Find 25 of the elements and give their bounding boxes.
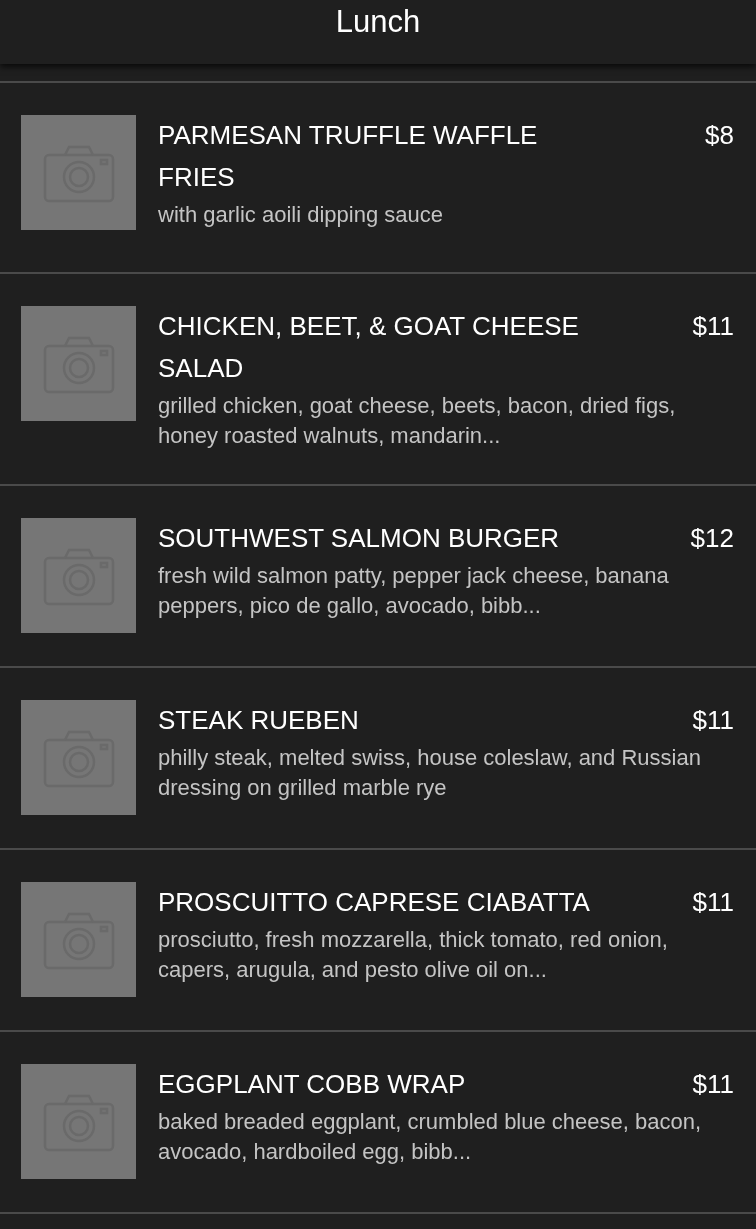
item-description: fresh wild salmon patty, pepper jack cheese, banana peppers, pico de gallo, avocado, bibb... <box>158 562 670 620</box>
menu-item[interactable]: PARMESAN TRUFFLE WAFFLE FRIES $8 with garlic aoili dipping sauce <box>0 83 756 274</box>
item-price: $11 <box>692 886 734 919</box>
item-description: philly steak, melted swiss, house coleslaw, and Russian dressing on grilled marble rye <box>158 744 702 802</box>
item-price: $11 <box>692 1068 734 1101</box>
menu-item[interactable]: STEAK RUEBEN $11 philly steak, melted swiss, house coleslaw, and Russian dressing on grilled marble rye <box>0 668 756 850</box>
menu-item[interactable]: EGGPLANT COBB WRAP $11 baked breaded eggplant, crumbled blue cheese, bacon, avocado, hardboiled egg, bibb... <box>0 1032 756 1214</box>
item-name: STEAK RUEBEN <box>158 704 359 737</box>
item-price: $11 <box>692 704 734 737</box>
item-price: $8 <box>705 119 734 152</box>
item-name: PROSCUITTO CAPRESE CIABATTA <box>158 886 590 919</box>
item-price: $11 <box>692 310 734 343</box>
item-name: PARMESAN TRUFFLE WAFFLE FRIES <box>158 119 539 194</box>
item-description: with garlic aoili dipping sauce <box>158 201 444 229</box>
page-title: Lunch <box>335 4 421 40</box>
menu-item[interactable]: CHICKEN, BEET, & GOAT CHEESE SALAD $11 grilled chicken, goat cheese, beets, bacon, dried figs, honey roasted walnuts, mandarin... <box>0 274 756 486</box>
item-name: SOUTHWEST SALMON BURGER <box>158 522 560 555</box>
item-price: $12 <box>690 522 734 555</box>
menu-item[interactable]: PROSCUITTO CAPRESE CIABATTA $11 prosciutto, fresh mozzarella, thick tomato, red onion, capers, arugula, and pesto olive oil on... <box>0 850 756 1032</box>
item-name: CHICKEN, BEET, & GOAT CHEESE SALAD <box>158 310 580 385</box>
item-description: baked breaded eggplant, crumbled blue cheese, bacon, avocado, hardboiled egg, bibb... <box>158 1108 703 1166</box>
item-name: EGGPLANT COBB WRAP <box>158 1068 466 1101</box>
menu-item[interactable]: SOUTHWEST SALMON BURGER $12 fresh wild salmon patty, pepper jack cheese, banana peppers, pico de gallo, avocado, bibb... <box>0 486 756 668</box>
item-description: grilled chicken, goat cheese, beets, bacon, dried figs, honey roasted walnuts, mandarin... <box>158 392 677 450</box>
item-description: prosciutto, fresh mozzarella, thick tomato, red onion, capers, arugula, and pesto olive oil on... <box>158 926 669 984</box>
